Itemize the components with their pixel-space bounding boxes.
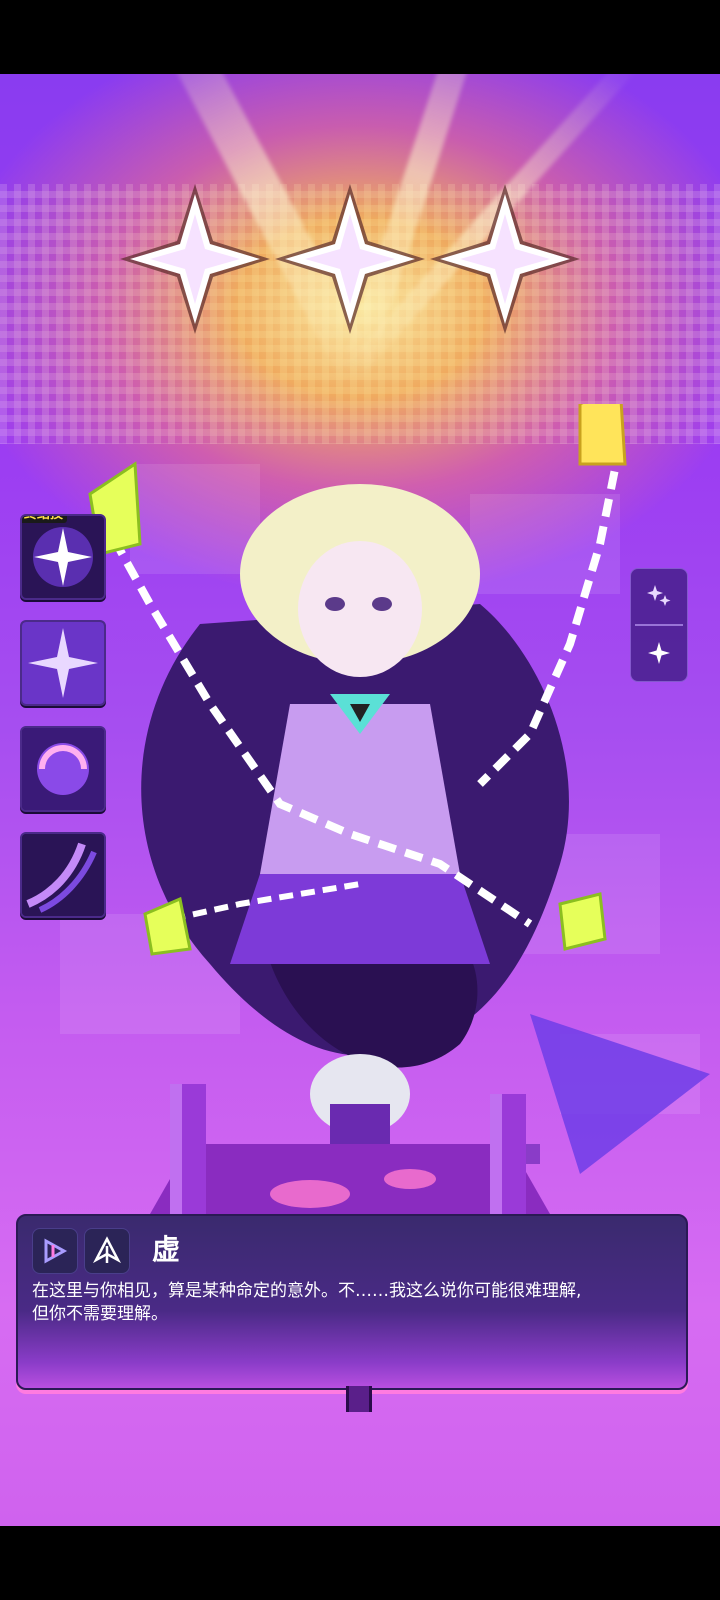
dialog-text: 在这里与你相见，算是某种命定的意外。不……我这么说你可能很难理解, 但你不需要理… xyxy=(32,1280,672,1326)
single-sparkle-icon xyxy=(648,642,670,664)
speaker-name: 虚 xyxy=(152,1234,181,1265)
pedestal-post xyxy=(346,1386,372,1412)
star-icon xyxy=(430,184,580,334)
arrow-class-icon xyxy=(92,1236,122,1264)
skill-slot-4[interactable] xyxy=(20,832,106,918)
burst-spark-icon xyxy=(33,527,93,587)
faction-emblem-icon xyxy=(44,1238,68,1264)
highlight-toggle-button[interactable] xyxy=(631,626,687,680)
ultimate-tag: 终结技 xyxy=(22,516,68,523)
bottom-letterbox xyxy=(0,1526,720,1600)
skill-slot-ultimate[interactable]: 终结技 xyxy=(20,514,106,600)
swirl-orb-icon xyxy=(22,728,104,810)
dialog-line: 但你不需要理解。 xyxy=(32,1304,168,1324)
skill-slot-2[interactable] xyxy=(20,620,106,706)
side-button-panel xyxy=(630,568,688,682)
class-badge xyxy=(84,1228,130,1274)
star-icon xyxy=(120,184,270,334)
rarity-stars xyxy=(120,184,600,334)
dialog-line: 在这里与你相见，算是某种命定的意外。不……我这么说你可能很难理解, xyxy=(32,1281,582,1301)
double-sparkle-icon xyxy=(647,585,671,606)
character-illustration xyxy=(88,404,627,1164)
faction-badge xyxy=(32,1228,78,1274)
effects-toggle-button[interactable] xyxy=(631,569,687,623)
top-letterbox xyxy=(0,0,720,74)
dialog-box[interactable]: 虚 在这里与你相见，算是某种命定的意外。不……我这么说你可能很难理解, 但你不需… xyxy=(16,1214,688,1390)
cross-flare-icon xyxy=(22,622,104,704)
star-icon xyxy=(275,184,425,334)
skill-slot-3[interactable] xyxy=(20,726,106,812)
wave-arc-icon xyxy=(22,834,104,916)
